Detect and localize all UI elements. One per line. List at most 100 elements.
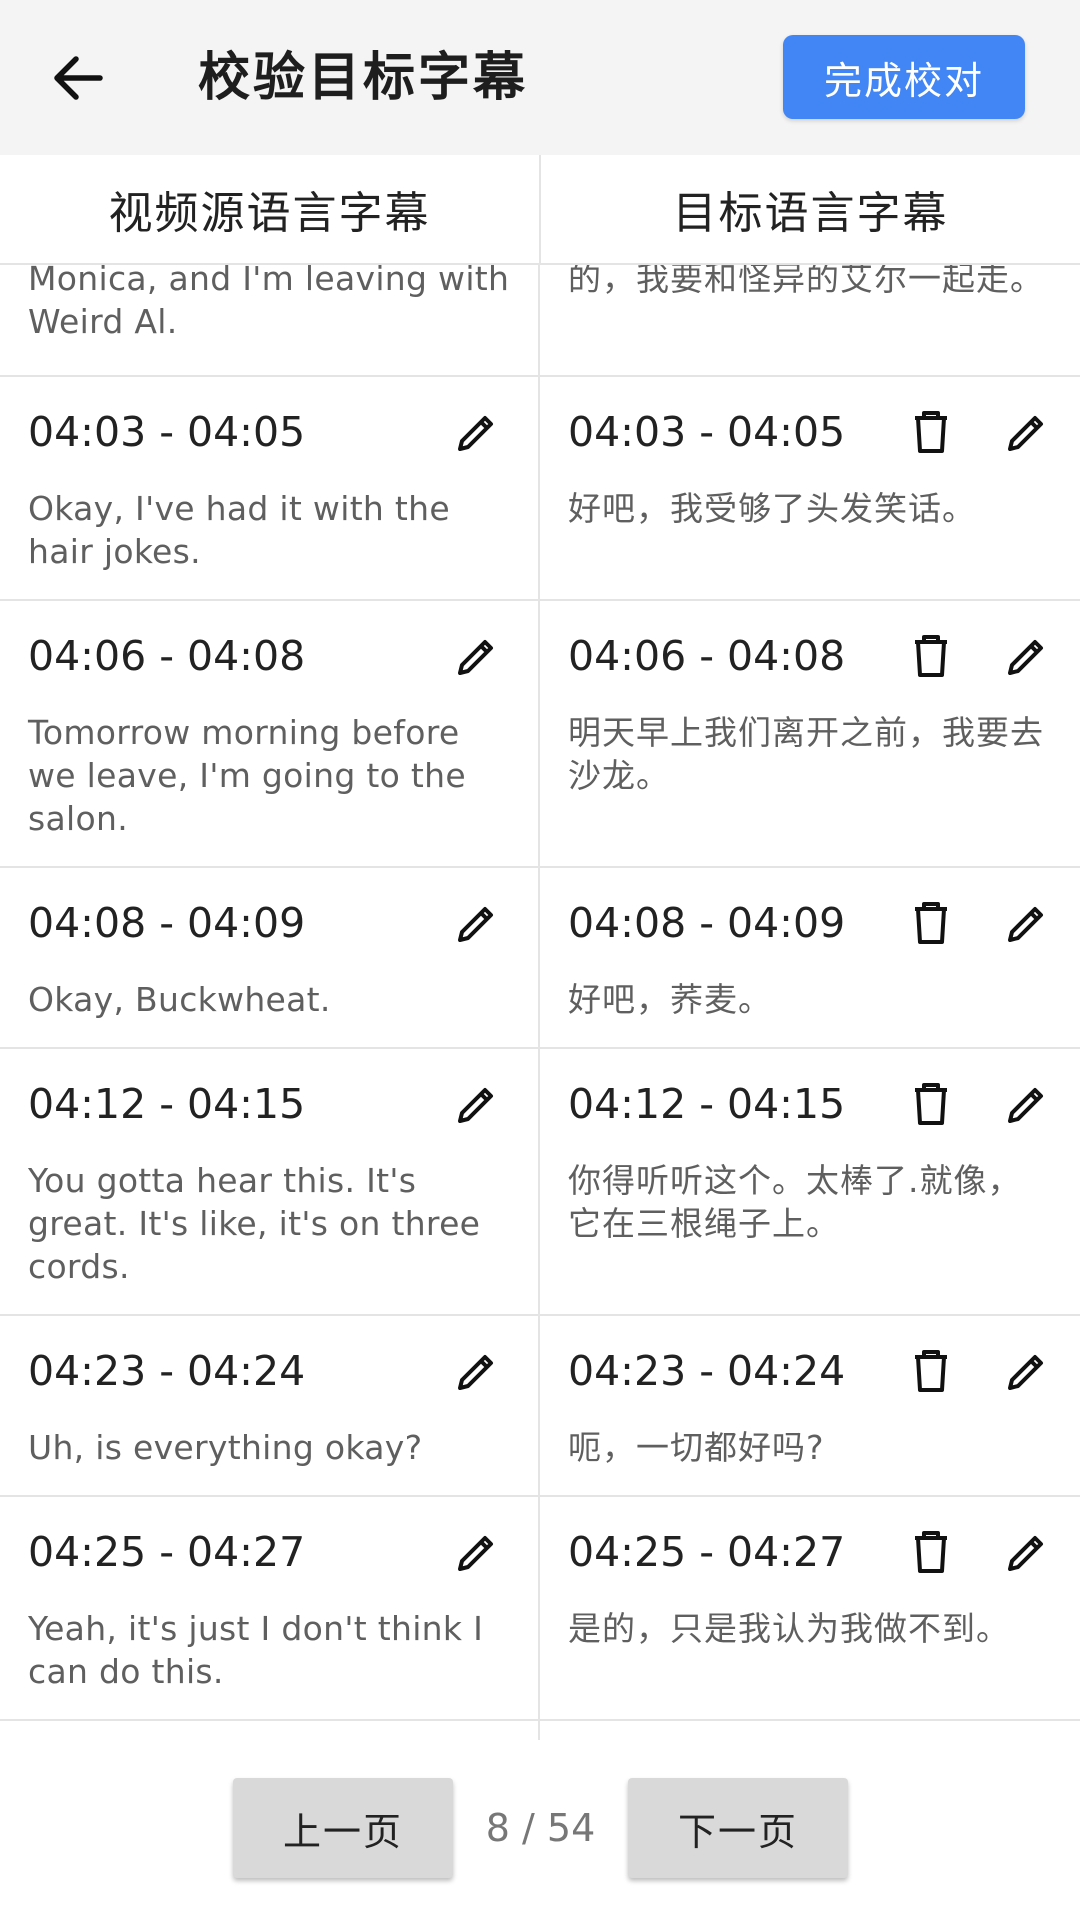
subtitle-row: 04:08 - 04:09 Okay, Buckwheat. 04:08 - 0… [0,868,1080,1049]
source-cell: 04:23 - 04:24 Uh, is everything okay? [0,1316,540,1495]
subtitle-row: 04:06 - 04:08 Tomorrow morning before we… [0,601,1080,868]
source-text: Monica, and I'm leaving with Weird Al. [28,265,510,341]
delete-target-button[interactable] [900,401,962,463]
pencil-icon [1008,640,1043,675]
pencil-icon [1008,1536,1043,1571]
pencil-icon [1008,416,1043,451]
target-cell: 的，我要和怪异的艾尔一起走。 [540,265,1080,375]
edit-target-button[interactable] [996,1073,1058,1135]
subtitle-row: 04:03 - 04:05 Okay, I've had it with the… [0,377,1080,601]
trash-icon [915,1350,947,1392]
trash-icon [915,1531,947,1573]
subtitle-row: Monica, and I'm leaving with Weird Al. 的… [0,265,1080,377]
target-column-header: 目标语言字幕 [672,188,949,239]
source-cell: 04:06 - 04:08 Tomorrow morning before we… [0,601,540,866]
source-column-header: 视频源语言字幕 [0,155,541,263]
edit-target-button[interactable] [996,1521,1058,1583]
target-cell: 04:06 - 04:08 明天早上我们离开之前，我要去沙龙。 [540,601,1080,866]
target-timestamp: 04:12 - 04:15 [568,1080,846,1128]
delete-target-button[interactable] [900,1521,962,1583]
target-cell: 04:12 - 04:15 你得听听这个。太棒了.就像，它在三根绳子上。 [540,1049,1080,1314]
pencil-icon [1008,907,1043,942]
source-text: You gotta hear this. It's great. It's li… [28,1161,481,1286]
source-cell: Monica, and I'm leaving with Weird Al. [0,265,540,375]
page-indicator: 8 / 54 [485,1806,596,1850]
target-cell: 04:03 - 04:05 好吧，我受够了头发笑话。 [540,377,1080,599]
trash-icon [915,902,947,944]
delete-target-button[interactable] [900,625,962,687]
target-timestamp: 04:03 - 04:05 [568,408,846,456]
source-timestamp: 04:28 - 04:30 [28,1721,510,1740]
delete-target-button[interactable] [900,892,962,954]
target-text: 明天早上我们离开之前，我要去沙龙。 [568,713,1044,795]
edit-target-button[interactable] [996,892,1058,954]
source-cell: 04:12 - 04:15 You gotta hear this. It's … [0,1049,540,1314]
pencil-icon [458,1088,493,1123]
delete-target-button[interactable] [900,1340,962,1402]
prev-page-button[interactable]: 上一页 [233,1778,453,1878]
pencil-icon [458,1355,493,1390]
edit-source-button[interactable] [446,1340,508,1402]
pencil-icon [458,640,493,675]
edit-source-button[interactable] [446,625,508,687]
pencil-icon [458,1536,493,1571]
source-cell: 04:03 - 04:05 Okay, I've had it with the… [0,377,540,599]
delete-target-button[interactable] [900,1073,962,1135]
subtitle-row: 04:23 - 04:24 Uh, is everything okay? 04… [0,1316,1080,1497]
page-title: 校验目标字幕 [198,48,529,108]
target-timestamp: 04:23 - 04:24 [568,1347,846,1395]
source-timestamp: 04:12 - 04:15 [28,1080,306,1128]
edit-target-button[interactable] [996,401,1058,463]
target-cell: 04:08 - 04:09 好吧，荞麦。 [540,868,1080,1047]
edit-source-button[interactable] [446,401,508,463]
edit-source-button[interactable] [446,1521,508,1583]
source-cell: 04:08 - 04:09 Okay, Buckwheat. [0,868,540,1047]
subtitle-row: 04:28 - 04:30 04:28 - 04:30 [0,1721,1080,1740]
source-text: Yeah, it's just I don't think I can do t… [28,1609,484,1691]
source-timestamp: 04:25 - 04:27 [28,1528,306,1576]
source-timestamp: 04:08 - 04:09 [28,899,306,947]
target-text: 你得听听这个。太棒了.就像，它在三根绳子上。 [568,1161,1022,1243]
source-timestamp: 04:23 - 04:24 [28,1347,306,1395]
target-text: 的，我要和怪异的艾尔一起走。 [568,265,1044,298]
done-proofreading-button[interactable]: 完成校对 [783,35,1025,119]
edit-source-button[interactable] [446,1073,508,1135]
subtitle-list[interactable]: Monica, and I'm leaving with Weird Al. 的… [0,265,1080,1740]
pagination-bar: 上一页 8 / 54 下一页 [0,1740,1080,1920]
edit-target-button[interactable] [996,625,1058,687]
app-bar: 校验目标字幕 完成校对 [0,0,1080,155]
target-cell: 04:28 - 04:30 [540,1721,1080,1740]
source-timestamp: 04:03 - 04:05 [28,408,306,456]
source-timestamp: 04:06 - 04:08 [28,632,306,680]
column-header-row: 视频源语言字幕 目标语言字幕 [0,155,1080,265]
pencil-icon [458,907,493,942]
next-page-button[interactable]: 下一页 [628,1778,848,1878]
target-timestamp: 04:06 - 04:08 [568,632,846,680]
source-text: Tomorrow morning before we leave, I'm go… [28,713,466,838]
target-cell: 04:25 - 04:27 是的，只是我认为我做不到。 [540,1497,1080,1719]
target-text: 好吧，我受够了头发笑话。 [568,489,976,528]
pencil-icon [1008,1355,1043,1390]
trash-icon [915,635,947,677]
source-text: Okay, Buckwheat. [28,980,331,1019]
edit-target-button[interactable] [996,1340,1058,1402]
source-cell: 04:25 - 04:27 Yeah, it's just I don't th… [0,1497,540,1719]
arrow-left-icon [53,55,103,100]
edit-source-button[interactable] [446,892,508,954]
target-text: 呃，一切都好吗? [568,1428,825,1467]
source-cell: 04:28 - 04:30 [0,1721,540,1740]
pencil-icon [458,416,493,451]
trash-icon [915,411,947,453]
source-text: Uh, is everything okay? [28,1428,423,1467]
target-timestamp: 04:08 - 04:09 [568,899,846,947]
pencil-icon [1008,1088,1043,1123]
subtitle-row: 04:25 - 04:27 Yeah, it's just I don't th… [0,1497,1080,1721]
target-cell: 04:23 - 04:24 呃，一切都好吗? [540,1316,1080,1495]
source-text: Okay, I've had it with the hair jokes. [28,489,450,571]
target-text: 是的，只是我认为我做不到。 [568,1609,1010,1648]
back-button[interactable] [40,40,115,115]
trash-icon [915,1083,947,1125]
target-timestamp: 04:28 - 04:30 [568,1721,1052,1740]
subtitle-row: 04:12 - 04:15 You gotta hear this. It's … [0,1049,1080,1316]
target-timestamp: 04:25 - 04:27 [568,1528,846,1576]
